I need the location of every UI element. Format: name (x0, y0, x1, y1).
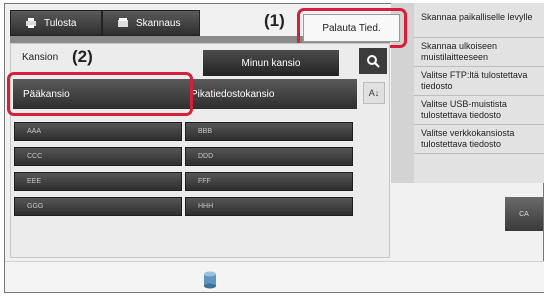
callout-2: (2) (72, 47, 93, 66)
tab-scan[interactable]: Skannaus (102, 10, 200, 36)
divider (414, 153, 544, 154)
folder-label: Kansion (22, 52, 59, 63)
user-folder-button[interactable]: DDD (185, 147, 353, 166)
search-icon (367, 55, 380, 68)
user-folder-button[interactable]: GGG (14, 197, 182, 216)
user-folder-button[interactable]: HHH (185, 197, 353, 216)
tab-label: Tulosta (44, 17, 77, 29)
user-folder-button[interactable]: CCC (14, 147, 182, 166)
action-scan-local[interactable]: Skannaa paikalliselle levylle (414, 12, 544, 23)
action-scan-external[interactable]: Skannaa ulkoiseen muistilaitteeseen (414, 41, 544, 63)
storage-icon[interactable] (203, 271, 217, 289)
quick-file-folder-button[interactable]: Pikatiedostokansio (187, 79, 357, 109)
highlight-frame-1 (297, 8, 407, 48)
user-folder-button[interactable]: EEE (14, 172, 182, 191)
divider (414, 37, 544, 38)
search-button[interactable] (359, 48, 387, 74)
user-folder-button[interactable]: FFF (185, 172, 353, 191)
bottom-bar (5, 261, 544, 292)
scan-icon (118, 18, 128, 27)
highlight-frame-2 (7, 72, 193, 116)
action-print-ftp[interactable]: Valitse FTP:ltä tulostettava tiedosto (414, 70, 544, 92)
user-folder-button[interactable]: BBB (185, 122, 353, 141)
callout-1: (1) (264, 11, 285, 30)
action-print-usb[interactable]: Valitse USB-muistista tulostettava tiedo… (414, 99, 544, 121)
user-folder-button[interactable]: AAA (14, 122, 182, 141)
clear-all-button[interactable]: CA (505, 197, 543, 231)
divider (414, 124, 544, 125)
my-folder-button[interactable]: Minun kansio (203, 50, 339, 76)
tab-print[interactable]: Tulosta (10, 10, 102, 36)
document-filing-screen: Skannaa paikalliselle levylle Skannaa ul… (0, 0, 549, 296)
print-icon (26, 18, 36, 28)
divider (414, 66, 544, 67)
action-print-network[interactable]: Valitse verkkokansiosta tulostettava tie… (414, 128, 544, 150)
tab-label: Skannaus (136, 17, 181, 29)
sort-button[interactable]: A↓ (363, 82, 385, 104)
divider (414, 95, 544, 96)
